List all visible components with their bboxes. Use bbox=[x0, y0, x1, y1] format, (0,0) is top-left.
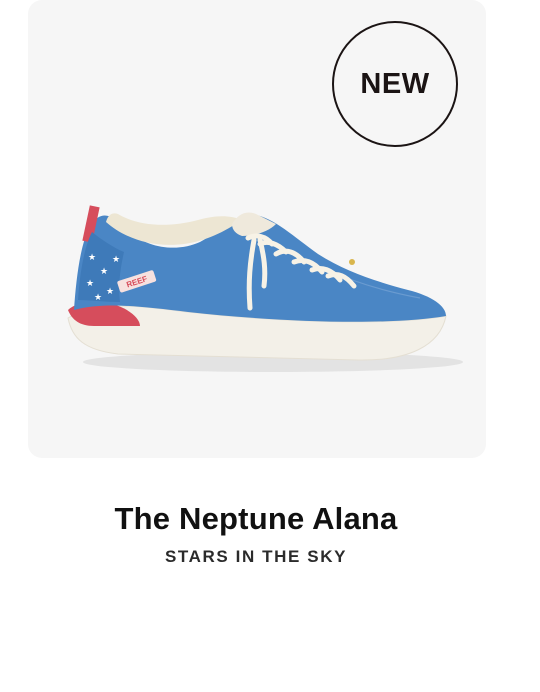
svg-text:★: ★ bbox=[106, 287, 114, 297]
svg-text:★: ★ bbox=[94, 293, 102, 303]
new-badge: NEW bbox=[332, 21, 458, 147]
svg-text:★: ★ bbox=[86, 279, 94, 289]
svg-text:★: ★ bbox=[100, 267, 108, 277]
svg-text:★: ★ bbox=[112, 255, 120, 265]
svg-text:★: ★ bbox=[88, 253, 96, 263]
product-image-card[interactable]: ★ ★ ★ ★ ★ ★ REEF NEW bbox=[28, 0, 486, 458]
new-badge-label: NEW bbox=[360, 67, 430, 100]
product-subtitle: STARS IN THE SKY bbox=[164, 547, 348, 566]
product-title[interactable]: The Neptune Alana bbox=[0, 501, 512, 537]
shoe-charm bbox=[349, 259, 355, 265]
